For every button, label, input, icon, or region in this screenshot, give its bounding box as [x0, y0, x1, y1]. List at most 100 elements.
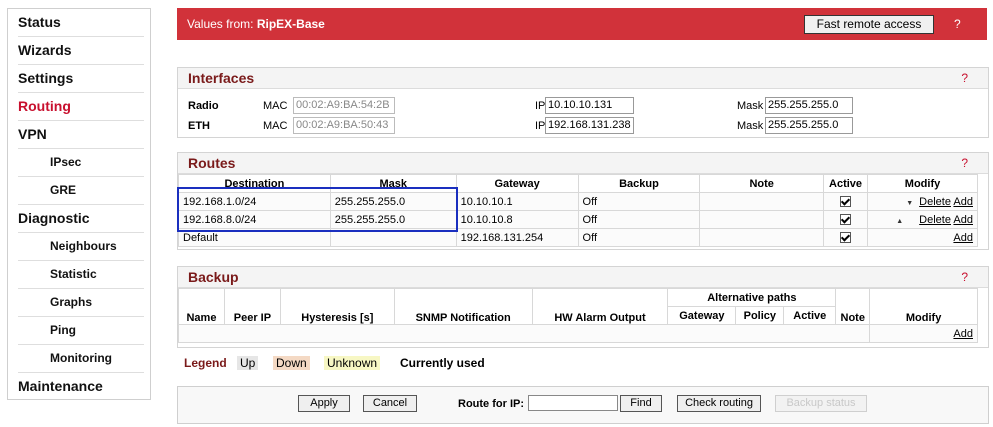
col-active: Active [783, 306, 837, 325]
route-mask: 255.255.255.0 [329, 192, 457, 211]
sidebar-item-settings[interactable]: Settings [18, 65, 144, 93]
interface-row-eth: ETH MAC 00:02:A9:BA:50:43 IP 192.168.131… [178, 116, 986, 136]
sidebar-item-ping[interactable]: Ping [18, 317, 144, 345]
sidebar-item-graphs[interactable]: Graphs [18, 289, 144, 317]
backup-title: Backup ? [178, 267, 988, 288]
backup-table: Name Peer IP Hysteresis [s] SNMP Notific… [177, 288, 978, 343]
fast-remote-access-button[interactable]: Fast remote access [804, 15, 934, 34]
route-active-checkbox[interactable] [840, 232, 852, 244]
routes-table-wrap: Destination Mask Gateway Backup Note Act… [178, 174, 978, 247]
route-gateway: 10.10.10.8 [455, 210, 579, 229]
route-backup: Off [577, 228, 701, 247]
route-mask: 255.255.255.0 [329, 210, 457, 229]
radio-mac-field: 00:02:A9:BA:54:2B [293, 97, 395, 114]
route-active-cell [823, 192, 869, 211]
move-down-icon[interactable]: ▼ [906, 200, 913, 207]
col-snmp-notification: SNMP Notification [393, 288, 533, 325]
eth-ip-label: IP [535, 120, 546, 132]
backup-add-link[interactable]: Add [953, 328, 973, 340]
backup-help-icon[interactable]: ? [961, 267, 968, 287]
radio-label: Radio [188, 100, 219, 112]
route-modify-cell: Add [867, 228, 978, 247]
col-hw-alarm-output: HW Alarm Output [531, 288, 669, 325]
table-row: Add [177, 324, 978, 343]
sidebar-item-monitoring[interactable]: Monitoring [18, 345, 144, 373]
eth-mask-label: Mask [737, 120, 764, 132]
route-destination: 192.168.1.0/24 [178, 192, 331, 211]
routes-header-row: Destination Mask Gateway Backup Note Act… [178, 174, 978, 193]
backup-status-button: Backup status [775, 395, 867, 412]
legend-up: Up [237, 356, 259, 370]
route-gateway: 192.168.131.254 [455, 228, 579, 247]
sidebar-item-gre[interactable]: GRE [18, 177, 144, 205]
sidebar-item-ipsec[interactable]: IPsec [18, 149, 144, 177]
radio-mask-field[interactable]: 255.255.255.0 [765, 97, 853, 114]
eth-mask-field[interactable]: 255.255.255.0 [765, 117, 853, 134]
device-name: RipEX-Base [256, 17, 325, 31]
eth-ip-field[interactable]: 192.168.131.238 [545, 117, 634, 134]
add-link[interactable]: Add [953, 214, 973, 226]
backup-empty-cell [177, 324, 871, 343]
interface-row-radio: Radio MAC 00:02:A9:BA:54:2B IP 10.10.10.… [178, 96, 986, 116]
table-row[interactable]: 192.168.1.0/24 255.255.255.0 10.10.10.1 … [178, 192, 978, 211]
apply-button[interactable]: Apply [298, 395, 350, 412]
backup-panel: Backup ? Name Peer IP Hysteresis [s] SNM… [177, 266, 989, 348]
radio-mask-label: Mask [737, 100, 764, 112]
col-peer-ip: Peer IP [223, 288, 281, 325]
cancel-button[interactable]: Cancel [363, 395, 417, 412]
backup-modify-cell: Add [869, 324, 978, 343]
values-from-label: Values from: [187, 17, 257, 31]
legend-unknown: Unknown [324, 356, 381, 370]
check-routing-button[interactable]: Check routing [677, 395, 761, 412]
delete-link[interactable]: Delete [919, 196, 951, 208]
eth-label: ETH [188, 120, 210, 132]
sidebar-item-statistic[interactable]: Statistic [18, 261, 144, 289]
add-link[interactable]: Add [953, 232, 973, 244]
route-active-cell [823, 210, 869, 229]
sidebar-item-diagnostic[interactable]: Diagnostic [18, 205, 144, 233]
route-backup: Off [577, 192, 701, 211]
route-note [699, 192, 825, 211]
table-row[interactable]: Default 192.168.131.254 Off Add [178, 228, 978, 247]
sidebar-item-status[interactable]: Status [18, 9, 144, 37]
eth-mac-label: MAC [263, 120, 288, 132]
interfaces-help-icon[interactable]: ? [961, 68, 968, 88]
col-modify: Modify [867, 174, 978, 193]
delete-link[interactable]: Delete [919, 214, 951, 226]
sidebar: Status Wizards Settings Routing VPN IPse… [7, 8, 151, 400]
route-active-cell [823, 228, 869, 247]
find-button[interactable]: Find [620, 395, 662, 412]
route-note [699, 228, 825, 247]
radio-ip-field[interactable]: 10.10.10.131 [545, 97, 634, 114]
routes-title: Routes ? [178, 153, 988, 174]
interfaces-title: Interfaces ? [178, 68, 988, 89]
sidebar-item-routing[interactable]: Routing [18, 93, 144, 121]
legend-title: Legend [184, 356, 227, 370]
interfaces-panel: Interfaces ? Radio MAC 00:02:A9:BA:54:2B… [177, 67, 989, 138]
routes-title-text: Routes [188, 155, 236, 171]
sidebar-item-maintenance[interactable]: Maintenance [18, 373, 144, 400]
move-up-icon[interactable]: ▲ [896, 218, 903, 225]
route-active-checkbox[interactable] [840, 214, 852, 226]
sidebar-item-neighbours[interactable]: Neighbours [18, 233, 144, 261]
backup-header-row-1: Name Peer IP Hysteresis [s] SNMP Notific… [178, 288, 978, 325]
routes-help-icon[interactable]: ? [961, 153, 968, 173]
col-backup: Backup [577, 174, 701, 193]
routes-panel: Routes ? Destination Mask Gateway Backup… [177, 152, 989, 250]
route-for-ip-input[interactable] [528, 395, 618, 411]
sidebar-item-wizards[interactable]: Wizards [18, 37, 144, 65]
route-destination: Default [178, 228, 331, 247]
col-gateway: Gateway [667, 306, 737, 325]
header-bar: Values from: RipEX-Base Fast remote acce… [177, 8, 987, 40]
col-gateway: Gateway [455, 174, 579, 193]
route-mask [329, 228, 457, 247]
add-link[interactable]: Add [953, 196, 973, 208]
sidebar-item-vpn[interactable]: VPN [18, 121, 144, 149]
col-mask: Mask [329, 174, 457, 193]
header-help-icon[interactable]: ? [954, 17, 961, 31]
table-row[interactable]: 192.168.8.0/24 255.255.255.0 10.10.10.8 … [178, 210, 978, 229]
route-active-checkbox[interactable] [840, 196, 852, 208]
col-active: Active [823, 174, 869, 193]
col-group-alternative-paths: Alternative paths [667, 288, 837, 307]
col-modify: Modify [869, 288, 978, 325]
